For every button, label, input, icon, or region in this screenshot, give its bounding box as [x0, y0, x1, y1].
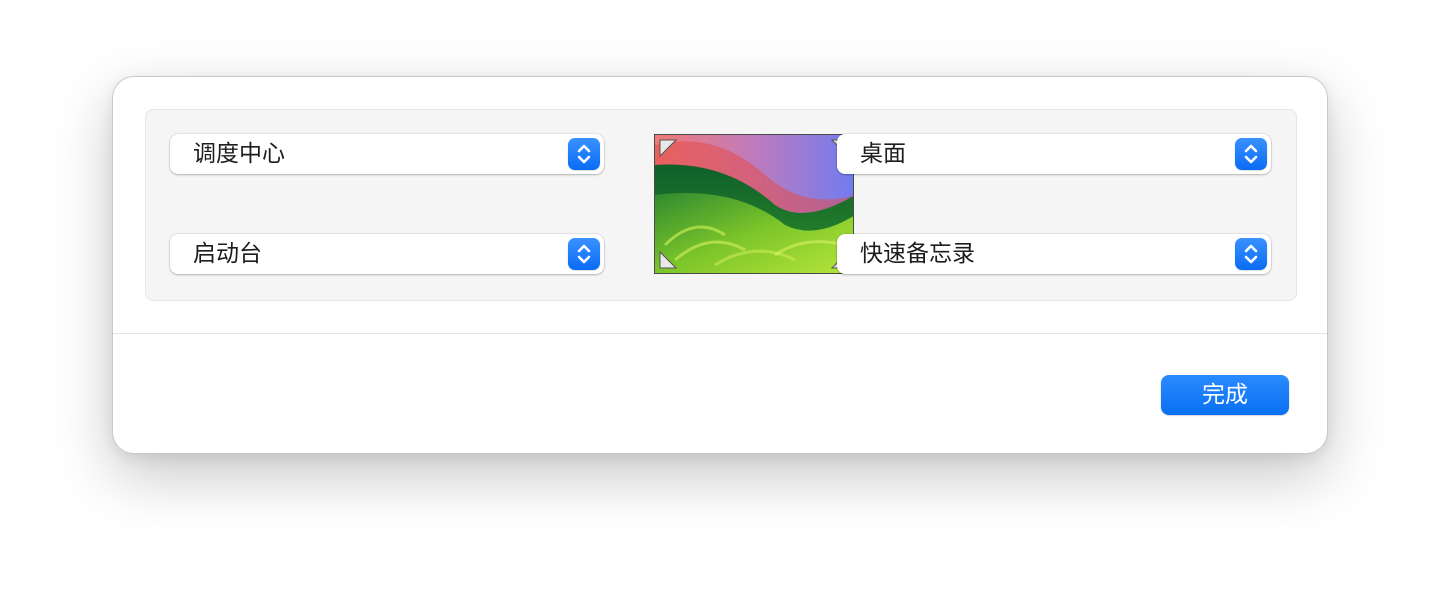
- bottom-left-triangle-corner-icon: [659, 251, 677, 269]
- hot-corners-sheet: 调度中心 启动台 桌面 快速备忘录 完成: [112, 76, 1328, 454]
- top-left-corner-value: 调度中心: [193, 141, 285, 167]
- done-button[interactable]: 完成: [1161, 375, 1289, 415]
- up-down-chevron-icon: [568, 138, 600, 170]
- top-right-corner-popup[interactable]: 桌面: [837, 134, 1271, 174]
- up-down-chevron-icon: [568, 238, 600, 270]
- top-left-corner-popup[interactable]: 调度中心: [170, 134, 604, 174]
- desktop-preview: [654, 134, 854, 274]
- footer-divider: [113, 333, 1327, 334]
- up-down-chevron-icon: [1235, 138, 1267, 170]
- wallpaper-image: [655, 135, 853, 273]
- hot-corners-group: 调度中心 启动台 桌面 快速备忘录: [145, 109, 1297, 301]
- up-down-chevron-icon: [1235, 238, 1267, 270]
- bottom-right-corner-value: 快速备忘录: [860, 241, 975, 267]
- bottom-left-corner-value: 启动台: [193, 241, 262, 267]
- top-left-triangle-corner-icon: [659, 139, 677, 157]
- bottom-left-corner-popup[interactable]: 启动台: [170, 234, 604, 274]
- top-right-corner-value: 桌面: [860, 141, 906, 167]
- bottom-right-corner-popup[interactable]: 快速备忘录: [837, 234, 1271, 274]
